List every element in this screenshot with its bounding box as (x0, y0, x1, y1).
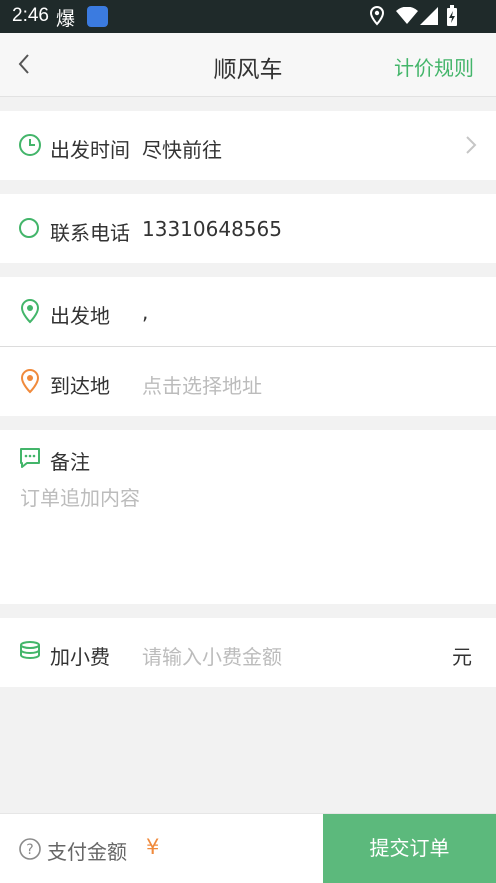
tip-row[interactable]: 加小费 请输入小费金额 元 (0, 618, 496, 687)
tip-label: 加小费 (50, 645, 110, 669)
departure-time-row[interactable]: 出发时间 尽快前往 (0, 111, 496, 180)
contact-phone-label: 联系电话 (50, 221, 130, 245)
destination-placeholder: 点击选择地址 (142, 374, 262, 398)
tip-input[interactable]: 请输入小费金额 (142, 641, 282, 670)
remark-label: 备注 (50, 450, 90, 474)
bottom-bar: ? 支付金额 ¥ 提交订单 (0, 813, 496, 883)
remark-input[interactable]: 订单追加内容 (20, 482, 140, 511)
chat-bubble-icon (20, 448, 40, 468)
remark-section[interactable]: 备注 订单追加内容 (0, 430, 496, 604)
chevron-right-icon (466, 136, 477, 154)
departure-time-label: 出发时间 (50, 138, 130, 162)
circle-icon (19, 218, 39, 238)
origin-row[interactable]: 出发地 , (0, 277, 496, 346)
app-notification-char: 爆 (56, 8, 76, 30)
location-pin-icon (20, 368, 40, 394)
pricing-rule-link[interactable]: 计价规则 (394, 52, 474, 81)
app-notification-icon (87, 6, 108, 27)
coins-stack-icon (20, 641, 40, 660)
svg-text:?: ? (26, 842, 33, 858)
battery-charging-icon (447, 5, 457, 26)
status-time: 2:46 (12, 5, 49, 26)
contact-phone-row[interactable]: 联系电话 13310648565 (0, 194, 496, 263)
signal-icon (420, 7, 438, 25)
origin-label: 出发地 (50, 304, 110, 328)
pay-amount-label: 支付金额 (47, 840, 127, 864)
currency-symbol: ¥ (146, 835, 160, 859)
location-pin-icon (20, 298, 40, 324)
departure-time-value: 尽快前往 (142, 138, 222, 162)
destination-label: 到达地 (50, 374, 110, 398)
contact-phone-value: 13310648565 (142, 217, 282, 241)
submit-order-button[interactable]: 提交订单 (323, 814, 496, 883)
origin-value: , (142, 300, 149, 324)
tip-unit: 元 (452, 645, 472, 669)
location-status-icon (369, 6, 385, 26)
question-icon[interactable]: ? (18, 837, 42, 861)
wifi-icon (396, 7, 418, 24)
status-bar: 2:46 爆 (0, 0, 496, 33)
title-bar: 顺风车 计价规则 (0, 33, 496, 97)
destination-row[interactable]: 到达地 点击选择地址 (0, 347, 496, 416)
clock-icon (19, 134, 41, 156)
